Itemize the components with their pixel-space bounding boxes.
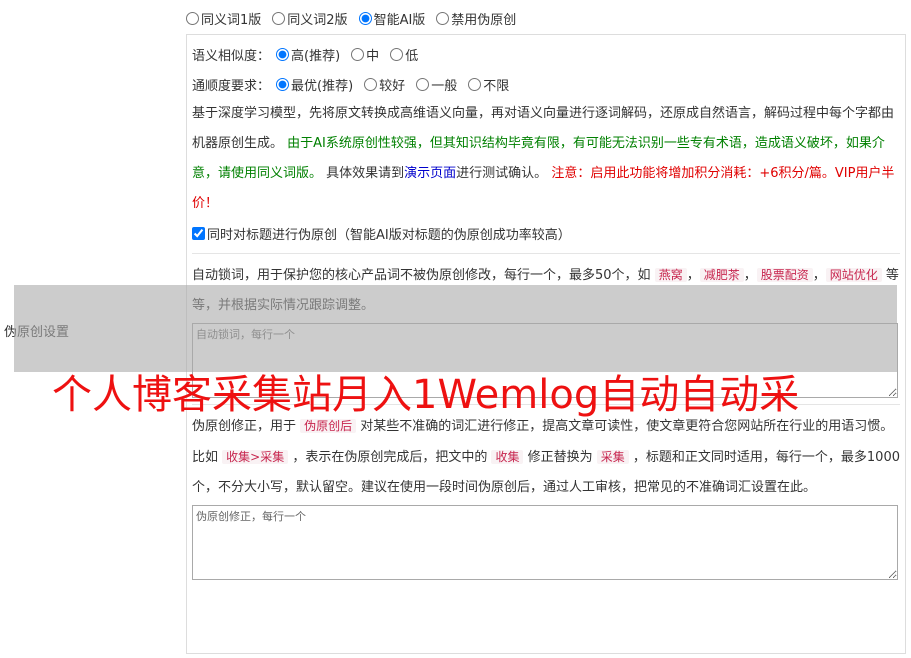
fluency-option-unlimited[interactable]: 不限 — [468, 75, 509, 94]
example-tag: 收集>采集 — [222, 450, 289, 464]
lock-words-description: 自动锁词，用于保护您的核心产品词不被伪原创修改，每行一个，最多50个，如 燕窝，… — [192, 268, 899, 313]
mode-radio-synonym-1[interactable] — [186, 12, 199, 25]
mode-option-disable[interactable]: 禁用伪原创 — [436, 9, 516, 28]
similarity-option-low[interactable]: 低 — [390, 45, 418, 64]
similarity-label: 语义相似度： — [192, 48, 271, 64]
fluency-radio-normal[interactable] — [416, 77, 430, 91]
fluency-option-best[interactable]: 最优(推荐) — [276, 75, 353, 94]
fluency-option-normal[interactable]: 一般 — [416, 75, 457, 94]
similarity-option-medium[interactable]: 中 — [351, 45, 379, 64]
pseudo-original-settings-label: 伪原创设置 — [4, 325, 70, 340]
example-tag: 收集 — [491, 450, 524, 464]
fluency-radio-unlimited[interactable] — [468, 77, 482, 91]
demo-page-link[interactable]: 演示页面 — [404, 166, 456, 181]
similarity-radio-medium[interactable] — [351, 47, 365, 61]
mode-radio-synonym-2[interactable] — [272, 12, 286, 25]
lock-words-textarea[interactable] — [192, 323, 898, 398]
divider — [192, 253, 900, 254]
example-tag: 网站优化 — [825, 268, 882, 282]
mode-radio-smart-ai[interactable] — [358, 12, 372, 25]
fluency-radio-good[interactable] — [364, 77, 378, 91]
correction-description: 伪原创修正，用于 伪原创后 对某些不准确的词汇进行修正，提高文章可读性，使文章更… — [192, 419, 900, 495]
fluency-row: 通顺度要求： 最优(推荐) 较好 一般 不限 — [192, 69, 900, 99]
divider — [192, 404, 900, 405]
fluency-radio-best[interactable] — [276, 77, 290, 91]
example-tag: 燕窝 — [654, 268, 687, 282]
example-tag: 伪原创后 — [300, 419, 357, 433]
similarity-radio-high[interactable] — [276, 47, 290, 61]
mode-radio-group: 同义词1版 同义词2版 智能AI版 禁用伪原创 — [186, 9, 527, 28]
similarity-row: 语义相似度： 高(推荐) 中 低 — [192, 39, 900, 69]
example-tag: 股票配资 — [756, 268, 813, 282]
ai-description: 基于深度学习模型，先将原文转换成高维语义向量，再对语义向量进行逐词解码，还原成自… — [192, 106, 895, 211]
ai-settings-panel: 语义相似度： 高(推荐) 中 低 通顺度要求： 最优(推荐) 较好 一般 不限 … — [186, 34, 906, 654]
mode-option-synonym-2[interactable]: 同义词2版 — [272, 9, 348, 28]
correction-textarea[interactable] — [192, 505, 898, 580]
similarity-option-high[interactable]: 高(推荐) — [276, 45, 340, 64]
title-rewrite-option[interactable]: 同时对标题进行伪原创（智能AI版对标题的伪原创成功率较高） — [192, 219, 900, 247]
title-rewrite-checkbox[interactable] — [192, 226, 205, 240]
mode-radio-disable[interactable] — [436, 12, 450, 25]
mode-option-smart-ai[interactable]: 智能AI版 — [358, 9, 425, 28]
fluency-label: 通顺度要求： — [192, 78, 271, 94]
example-tag: 采集 — [596, 450, 629, 464]
similarity-radio-low[interactable] — [390, 47, 404, 61]
example-tag: 减肥茶 — [699, 268, 744, 282]
mode-option-synonym-1[interactable]: 同义词1版 — [186, 9, 261, 28]
fluency-option-good[interactable]: 较好 — [364, 75, 405, 94]
